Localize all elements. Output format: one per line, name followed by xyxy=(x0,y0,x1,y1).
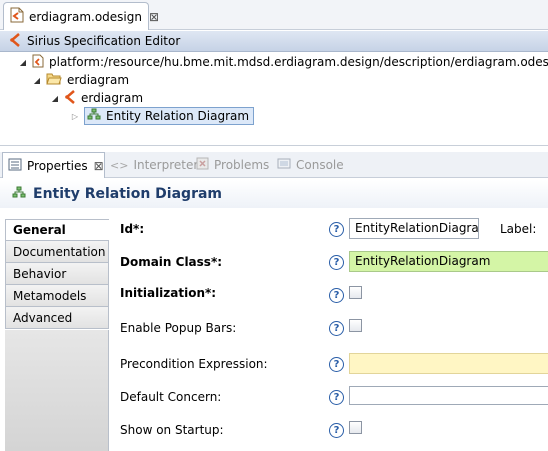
editor-tab-erdiagram-odesign[interactable]: erdiagram.odesign ⊠ xyxy=(3,2,159,30)
properties-form: Id*: ? EntityRelationDiagram Label: Doma… xyxy=(110,208,548,451)
tab-problems[interactable]: Problems xyxy=(196,152,269,178)
sirius-icon xyxy=(9,32,21,50)
tab-label: Properties xyxy=(27,158,88,173)
default-concern-field[interactable] xyxy=(349,386,548,405)
odesign-file-icon xyxy=(10,7,24,26)
enable-popup-bars-checkbox[interactable] xyxy=(349,319,362,332)
specification-tree: ◢ platform:/resource/hu.bme.mit.mdsd.erd… xyxy=(0,52,548,142)
help-icon[interactable]: ? xyxy=(329,321,344,336)
domain-class-field[interactable]: EntityRelationDiagram xyxy=(349,251,548,272)
tab-interpreter[interactable]: <> Interpreter xyxy=(110,152,198,178)
tree-item-label: erdiagram xyxy=(67,73,130,87)
show-on-startup-checkbox[interactable] xyxy=(349,421,362,434)
enable-popup-bars-label: Enable Popup Bars: xyxy=(120,321,237,335)
collapsed-twisty-icon[interactable]: ▷ xyxy=(70,112,80,121)
tab-label: Interpreter xyxy=(133,158,199,172)
show-on-startup-label: Show on Startup: xyxy=(120,423,224,437)
diagram-icon xyxy=(87,108,101,124)
help-icon[interactable]: ? xyxy=(329,288,344,303)
properties-icon xyxy=(8,158,22,174)
expanded-twisty-icon[interactable]: ◢ xyxy=(32,76,42,85)
side-tab-metamodels[interactable]: Metamodels xyxy=(5,285,109,307)
precondition-row: Precondition Expression: ? xyxy=(110,353,548,377)
expanded-twisty-icon[interactable]: ◢ xyxy=(18,58,28,67)
editor-tab-bar: erdiagram.odesign ⊠ xyxy=(0,0,548,30)
editor-divider xyxy=(0,145,548,146)
help-icon[interactable]: ? xyxy=(329,423,344,438)
side-tab-general[interactable]: General xyxy=(5,219,109,241)
precondition-field[interactable] xyxy=(349,353,548,374)
side-tab-documentation[interactable]: Documentation xyxy=(5,241,109,263)
close-icon[interactable]: ⊠ xyxy=(149,10,159,24)
problems-icon xyxy=(196,157,209,173)
initialization-row: Initialization*: ? xyxy=(110,285,548,309)
help-icon[interactable]: ? xyxy=(329,255,344,270)
tree-item-entity-relation-diagram[interactable]: ▷ Entity Relation Diagram xyxy=(70,107,255,125)
tree-item-selection[interactable]: Entity Relation Diagram xyxy=(84,107,255,125)
tab-label: Problems xyxy=(214,158,270,172)
id-field[interactable]: EntityRelationDiagram xyxy=(349,218,479,239)
editor-tab-label: erdiagram.odesign xyxy=(29,9,142,24)
tree-item-viewpoint[interactable]: ◢ erdiagram xyxy=(50,89,143,107)
tab-label: Console xyxy=(296,158,344,172)
precondition-label: Precondition Expression: xyxy=(120,357,268,371)
properties-title-bar: Entity Relation Diagram xyxy=(0,180,548,208)
tab-console[interactable]: Console xyxy=(277,152,344,178)
console-icon xyxy=(277,158,291,173)
initialization-label: Initialization*: xyxy=(120,286,217,300)
properties-side-tabs: General Documentation Behavior Metamodel… xyxy=(5,219,109,329)
side-tabs-filler xyxy=(5,330,109,451)
id-row: Id*: ? EntityRelationDiagram Label: xyxy=(110,218,548,242)
side-tab-behavior[interactable]: Behavior xyxy=(5,263,109,285)
editor-header-title: Sirius Specification Editor xyxy=(27,34,181,48)
help-icon[interactable]: ? xyxy=(329,390,344,405)
id-label: Id*: xyxy=(120,222,145,236)
close-icon[interactable]: ⊠ xyxy=(94,159,104,173)
tab-properties[interactable]: Properties ⊠ xyxy=(2,152,105,178)
diagram-icon xyxy=(12,186,26,202)
tree-item-label: Entity Relation Diagram xyxy=(106,109,250,123)
domain-class-label: Domain Class*: xyxy=(120,255,223,269)
viewpoint-icon xyxy=(64,89,76,107)
default-concern-row: Default Concern: ? xyxy=(110,386,548,410)
tree-item-label: platform:/resource/hu.bme.mit.mdsd.erdia… xyxy=(49,55,548,69)
properties-title: Entity Relation Diagram xyxy=(33,186,223,202)
help-icon[interactable]: ? xyxy=(329,357,344,372)
initialization-checkbox[interactable] xyxy=(349,286,362,299)
view-tab-bar: Properties ⊠ <> Interpreter Problems Con… xyxy=(0,152,548,178)
interpreter-icon: <> xyxy=(110,158,129,172)
editor-header: Sirius Specification Editor xyxy=(0,31,548,52)
help-icon[interactable]: ? xyxy=(329,222,344,237)
tree-item-label: erdiagram xyxy=(81,91,144,105)
enable-popup-bars-row: Enable Popup Bars: ? xyxy=(110,318,548,342)
domain-class-row: Domain Class*: ? EntityRelationDiagram xyxy=(110,251,548,275)
default-concern-label: Default Concern: xyxy=(120,390,222,404)
folder-icon xyxy=(46,72,62,88)
show-on-startup-row: Show on Startup: ? xyxy=(110,420,548,444)
expanded-twisty-icon[interactable]: ◢ xyxy=(50,94,60,103)
side-tab-advanced[interactable]: Advanced xyxy=(5,307,109,329)
label-field-label: Label: xyxy=(500,222,537,236)
resource-file-icon xyxy=(32,54,44,71)
tree-item-resource[interactable]: ◢ platform:/resource/hu.bme.mit.mdsd.erd… xyxy=(18,53,548,71)
tree-item-group[interactable]: ◢ erdiagram xyxy=(32,71,129,89)
